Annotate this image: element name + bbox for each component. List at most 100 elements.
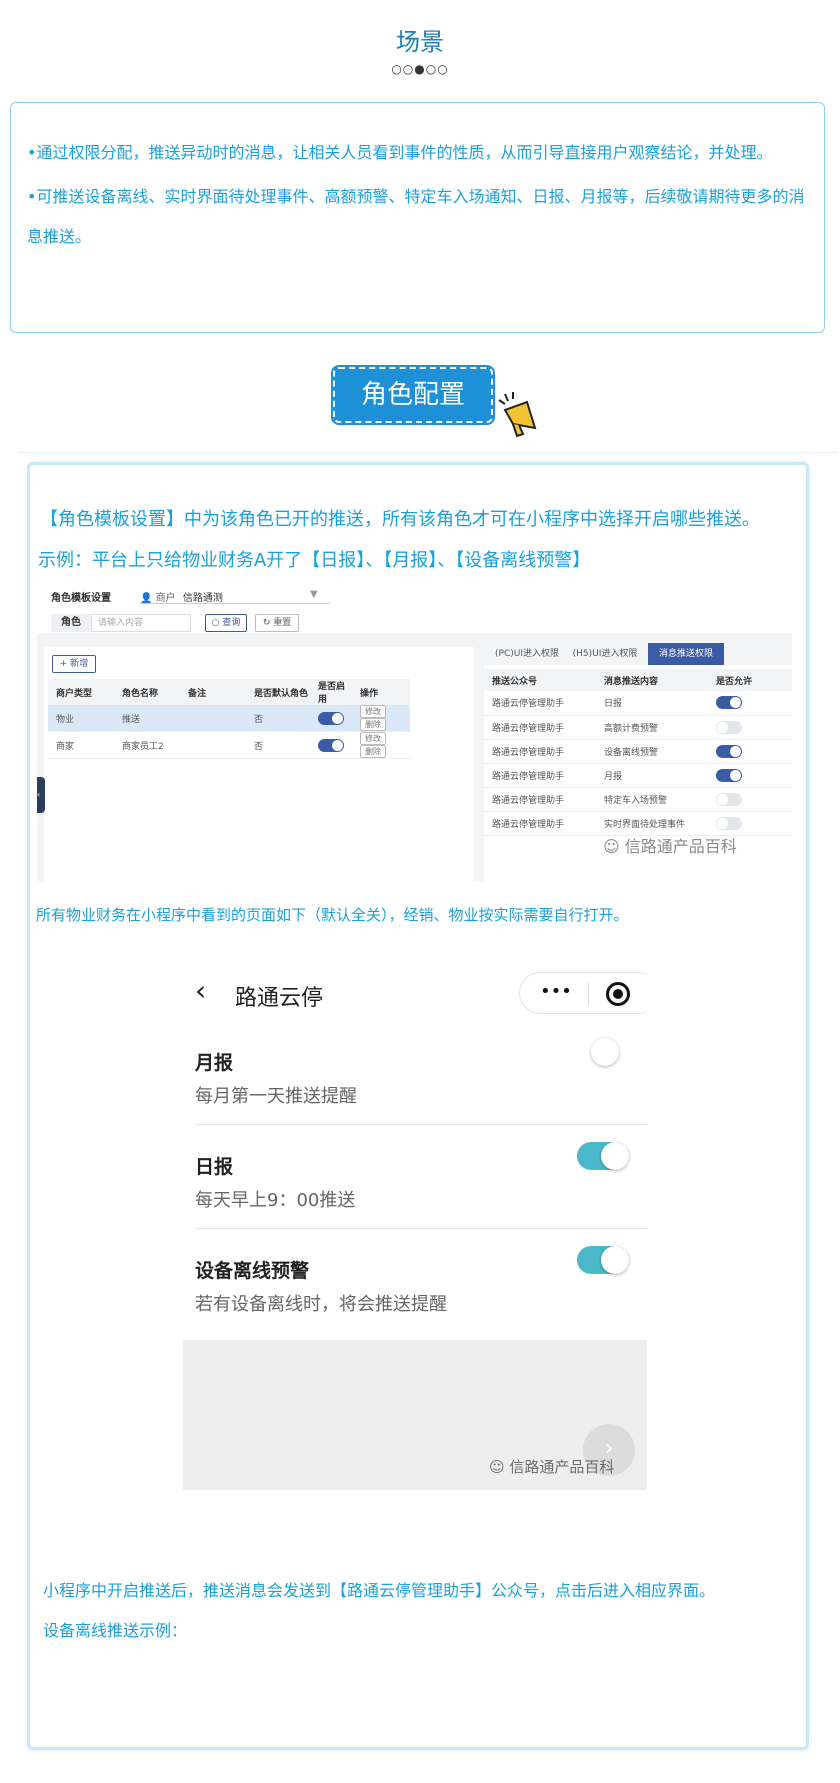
cell-content: 特定车入场预警 [596, 787, 708, 812]
enabled-toggle[interactable] [318, 738, 344, 752]
search-icon: ○ [211, 618, 223, 628]
cell-account: 路通云停管理助手 [484, 691, 596, 716]
cell-default: 否 [246, 731, 310, 759]
cell-content: 设备离线预警 [596, 739, 708, 764]
divider [195, 1124, 647, 1125]
collapse-handle[interactable]: ‹ [37, 777, 45, 813]
role-config-text-2: 示例：平台上只给物业财务A开了【日报】、【月报】、【设备离线预警】 [38, 550, 591, 571]
role-table: 商户类型 角色名称 备注 是否默认角色 是否启用 操作 物业 推送 否 修改删除… [48, 679, 410, 759]
allow-toggle[interactable] [716, 696, 742, 710]
header-account: 推送公众号 [484, 669, 596, 691]
table-row: 路通云停管理助手 实时界面待处理事件 [484, 811, 792, 836]
watermark: ☺ 信路通产品百科 [489, 1456, 614, 1477]
offline-alert-toggle[interactable] [577, 1246, 629, 1274]
miniprogram-screenshot: ‹ 路通云停 ••• 月报 每月第一天推送提醒 日报 每天早上9：00推送 设备… [183, 950, 647, 1490]
header-merchant-type: 商户类型 [48, 679, 114, 705]
allow-toggle[interactable] [716, 816, 742, 830]
capsule-separator [588, 983, 589, 1005]
page-indicator-dots: ○○●○○ [391, 62, 449, 76]
miniprogram-title: 路通云停 [235, 986, 324, 1011]
table-row: 路通云停管理助手 高额计费预警 [484, 715, 792, 740]
add-button[interactable]: + 新增 [52, 655, 96, 673]
monthly-report-toggle[interactable] [577, 1038, 629, 1078]
edit-button[interactable]: 修改 [360, 705, 386, 718]
setting-desc-daily: 每天早上9：00推送 [195, 1190, 356, 1211]
divider [195, 1228, 647, 1229]
table-row: 路通云停管理助手 月报 [484, 763, 792, 788]
admin-toolbar: 角色模板设置 👤 商户 信路通测 ▼ 角色 请输入内容 ○ 查询 ↻ 重置 [37, 581, 792, 633]
cell-note [180, 731, 246, 759]
table-row[interactable]: 物业 推送 否 修改删除 [48, 705, 410, 732]
table-row[interactable]: 商家 商家员工2 否 修改删除 [48, 731, 410, 759]
tab-pc-permission[interactable]: (PC)UI进入权限 [490, 643, 564, 665]
header-default-role: 是否默认角色 [246, 679, 310, 705]
role-filter-label: 角色 [51, 614, 91, 632]
cell-account: 路通云停管理助手 [484, 763, 596, 788]
scene-paragraph-2: •可推送设备离线、实时界面待处理事件、高额预警、特定车入场通知、日报、月报等，后… [27, 187, 805, 246]
permission-tabs: (PC)UI进入权限 (H5)UI进入权限 消息推送权限 [484, 643, 792, 665]
scene-description-box: •通过权限分配，推送异动时的消息，让相关人员看到事件的性质，从而引导直接用户观察… [10, 102, 825, 333]
video-placeholder: › ☺ 信路通产品百科 [183, 1340, 647, 1490]
section-title: 场景 [396, 28, 444, 56]
watermark: ☺ 信路通产品百科 [603, 833, 737, 857]
reset-button[interactable]: ↻ 重置 [255, 614, 299, 632]
table-row: 路通云停管理助手 特定车入场预警 [484, 787, 792, 812]
allow-toggle[interactable] [716, 720, 742, 734]
watermark-text: 信路通产品百科 [509, 1458, 615, 1476]
cell-type: 商家 [48, 731, 114, 759]
query-button-label: 查询 [222, 618, 241, 628]
allow-toggle[interactable] [716, 744, 742, 758]
cell-account: 路通云停管理助手 [484, 715, 596, 740]
admin-screenshot: 角色模板设置 👤 商户 信路通测 ▼ 角色 请输入内容 ○ 查询 ↻ 重置 + … [37, 581, 792, 881]
cell-content: 高额计费预警 [596, 715, 708, 740]
capsule-menu[interactable]: ••• [519, 972, 647, 1014]
allow-toggle[interactable] [716, 792, 742, 806]
wechat-icon: ☺ [489, 1458, 510, 1476]
more-icon[interactable]: ••• [540, 981, 572, 1002]
merchant-underline [140, 603, 330, 604]
role-config-text-1: 【角色模板设置】中为该角色已开的推送，所有该角色才可在小程序中选择开启哪些推送。 [40, 509, 760, 530]
setting-desc-offline-alert: 若有设备离线时，将会推送提醒 [195, 1294, 447, 1315]
merchant-select[interactable]: 👤 商户 信路通测 ▼ [140, 589, 318, 604]
wechat-icon: ☺ [603, 837, 625, 856]
chevron-down-icon: ▼ [310, 589, 318, 600]
cell-name: 推送 [114, 705, 180, 732]
setting-title-monthly: 月报 [195, 1052, 234, 1074]
header-actions: 操作 [352, 679, 410, 705]
cell-account: 路通云停管理助手 [484, 787, 596, 812]
table-row: 路通云停管理助手 设备离线预警 [484, 739, 792, 764]
megaphone-icon [498, 392, 537, 438]
cell-default: 否 [246, 705, 310, 732]
setting-desc-monthly: 每月第一天推送提醒 [195, 1086, 357, 1107]
watermark-text: 信路通产品百科 [624, 837, 737, 856]
daily-report-toggle[interactable] [577, 1142, 629, 1170]
header-enabled: 是否启用 [310, 679, 352, 705]
edit-button[interactable]: 修改 [360, 732, 386, 745]
header-note: 备注 [180, 679, 246, 705]
reset-button-label: 重置 [273, 618, 292, 628]
caption-offline-example: 设备离线推送示例： [43, 1621, 188, 1640]
delete-button[interactable]: 删除 [360, 718, 386, 731]
role-search-input[interactable]: 请输入内容 [91, 614, 191, 632]
back-icon[interactable]: ‹ [195, 974, 206, 1007]
allow-toggle[interactable] [716, 768, 742, 782]
scene-paragraph-1: •通过权限分配，推送异动时的消息，让相关人员看到事件的性质，从而引导直接用户观察… [27, 143, 773, 162]
refresh-icon: ↻ [262, 618, 274, 628]
delete-button[interactable]: 删除 [360, 745, 386, 758]
caption-default-off: 所有物业财务在小程序中看到的页面如下（默认全关），经销、物业按实际需要自行打开。 [36, 906, 629, 924]
admin-title: 角色模板设置 [51, 593, 111, 604]
caption-push-destination: 小程序中开启推送后，推送消息会发送到【路通云停管理助手】公众号，点击后进入相应界… [43, 1581, 716, 1600]
table-row: 路通云停管理助手 日报 [484, 691, 792, 716]
enabled-toggle[interactable] [318, 711, 344, 725]
cell-account: 路通云停管理助手 [484, 811, 596, 836]
header-allowed: 是否允许 [708, 669, 792, 691]
tab-push-permission[interactable]: 消息推送权限 [648, 643, 724, 665]
cell-note [180, 705, 246, 732]
tab-h5-permission[interactable]: (H5)UI进入权限 [568, 643, 642, 665]
role-config-badge: 角色配置 [331, 365, 495, 425]
close-miniprogram-icon[interactable] [606, 982, 630, 1006]
role-list-panel: + 新增 商户类型 角色名称 备注 是否默认角色 是否启用 操作 物业 推送 否… [44, 647, 474, 881]
query-button[interactable]: ○ 查询 [205, 614, 247, 632]
cell-content: 月报 [596, 763, 708, 788]
setting-title-daily: 日报 [195, 1156, 234, 1178]
